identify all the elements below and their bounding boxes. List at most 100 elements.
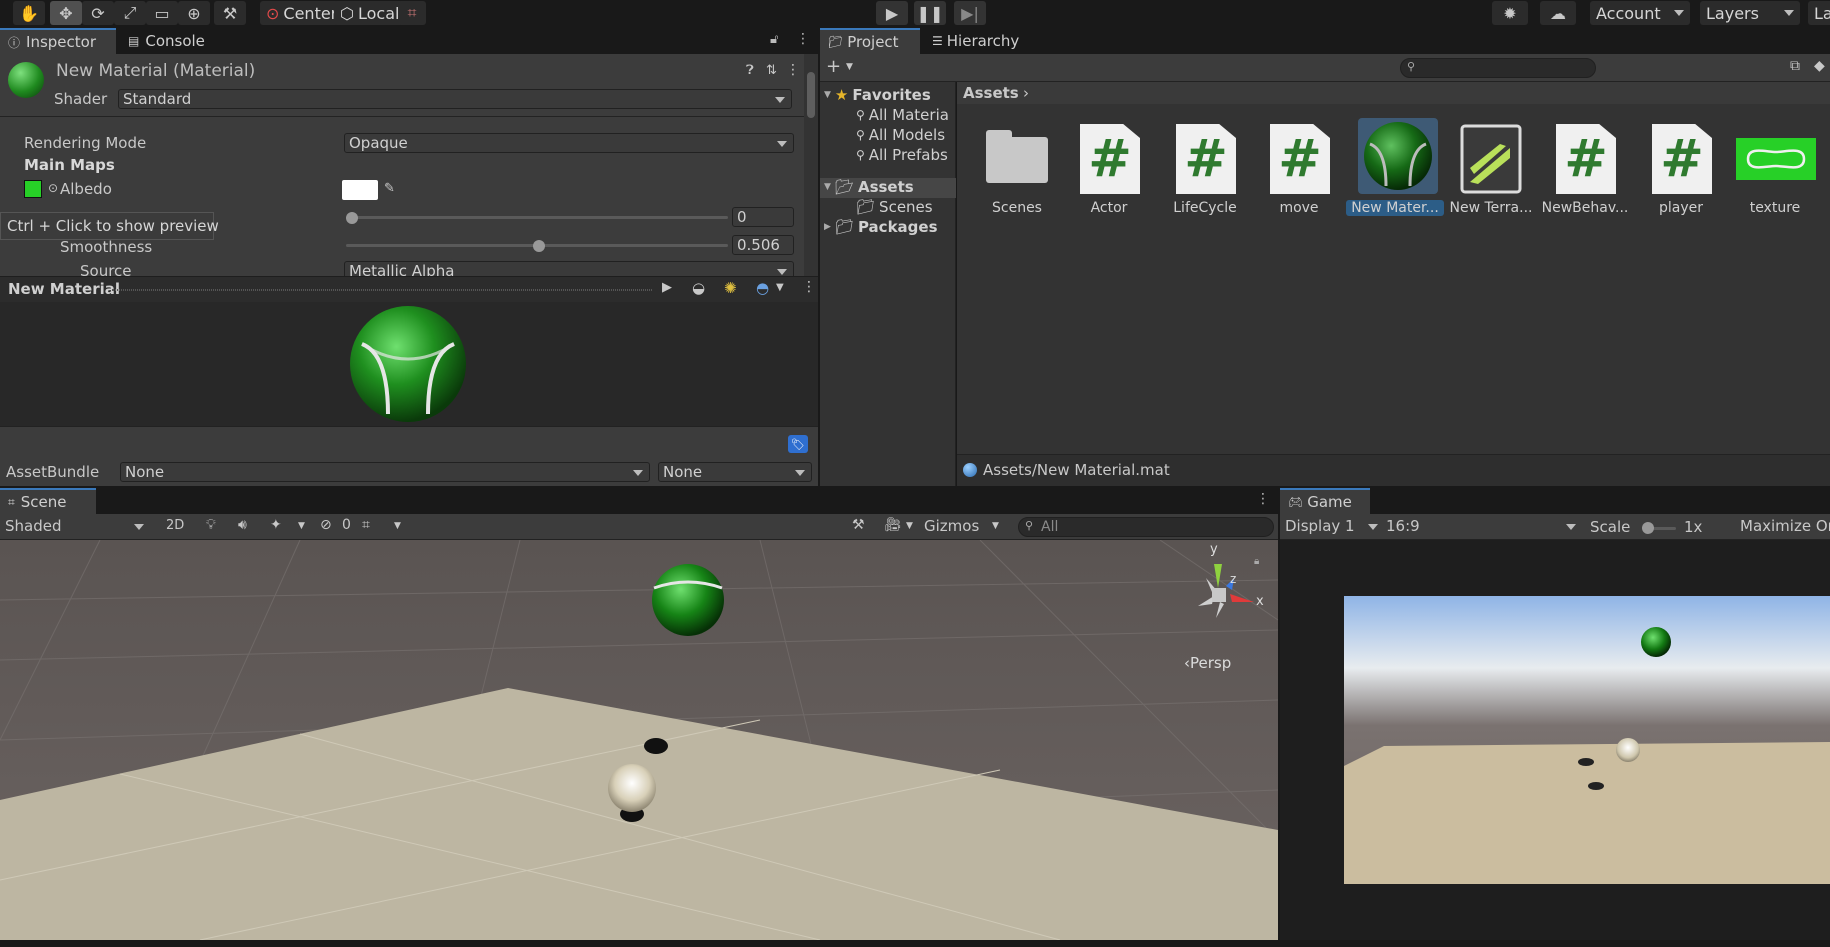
chevron-down-icon[interactable]: ▼ [992,521,999,531]
scale-tool-icon[interactable]: ⤢ [114,1,146,25]
preview-background-icon[interactable]: ◓ [756,279,769,297]
scale-slider-handle[interactable] [1642,522,1654,534]
albedo-texture-slot[interactable] [24,180,42,198]
more-options-icon[interactable]: ⋮ [786,62,800,78]
texture-picker-icon[interactable]: ⊙ [48,181,58,195]
eyedropper-icon[interactable]: ✎ [384,181,395,196]
more-options-icon[interactable]: ⋮ [802,279,816,295]
layout-dropdown[interactable]: La [1808,1,1830,25]
account-dropdown[interactable]: Account [1590,1,1690,25]
chevron-down-icon[interactable]: ▼ [846,62,853,72]
hidden-objects-icon[interactable]: ⊘ [320,517,332,533]
inspector-scrollbar[interactable] [804,54,818,276]
lock-icon[interactable]: 🔓︎ [770,32,778,47]
tree-fav-item[interactable]: ⚲ All Prefabs [856,146,948,164]
display-dropdown[interactable]: Display 1 [1280,514,1380,540]
maximize-on-play-toggle[interactable]: Maximize Or [1740,517,1830,535]
filter-by-label-icon[interactable]: ◆ [1814,58,1825,74]
rotate-tool-icon[interactable]: ⟳ [82,1,114,25]
assetbundle-variant-dropdown[interactable]: None [658,462,812,482]
layers-label: Layers [1706,3,1759,23]
pivot-local-label: Local [357,3,400,23]
gizmos-button[interactable]: Gizmos [924,517,979,535]
2d-toggle[interactable]: 2D [166,518,184,533]
layers-dropdown[interactable]: Layers [1700,1,1800,25]
grid-toggle-icon[interactable]: ⌗ [362,517,370,533]
preview-header: New Material ▶ ◒ ✺ ◓ ▼ ⋮ [0,276,818,302]
preview-light-icon[interactable]: ✺ [724,279,737,297]
info-icon: ⓘ [8,35,21,50]
effects-toggle-icon[interactable]: ✦ [270,517,282,533]
chevron-down-icon[interactable]: ▼ [906,521,913,531]
hand-tool-icon[interactable]: ✋ [13,1,45,25]
tree-favorites[interactable]: ▼ ★ Favorites [824,86,931,104]
cloud-icon[interactable]: ☁ [1540,1,1576,25]
play-button[interactable]: ▶ [876,1,908,25]
tab-console[interactable]: ▤ Console [120,28,220,54]
presets-icon[interactable]: ⇅ [766,63,777,78]
preview-shape-icon[interactable]: ◒ [692,279,705,297]
label-tag-icon[interactable]: 🏷︎ [788,435,808,453]
move-tool-icon[interactable]: ✥ [50,1,82,25]
fav-item-label: All Models [868,126,946,144]
rendering-mode-dropdown[interactable]: Opaque [344,133,794,153]
filter-by-type-icon[interactable]: ⧉ [1790,58,1800,74]
tree-scenes[interactable]: 📁︎ Scenes [856,198,933,216]
scrollbar-thumb[interactable] [807,72,815,118]
chevron-down-icon[interactable]: ▼ [298,521,305,531]
assetbundle-label: AssetBundle [6,463,100,481]
tools-icon[interactable]: ⚒ [852,517,865,533]
shading-mode-dropdown[interactable] [0,514,148,540]
lock-icon[interactable]: 🔒︎ [1254,556,1259,567]
more-options-icon[interactable]: ⋮ [1256,491,1270,507]
transform-tool-icon[interactable]: ⊕ [178,1,210,25]
help-icon[interactable]: ❓︎ [746,63,754,78]
services-icon[interactable]: ✹ [1492,1,1528,25]
audio-toggle-icon[interactable]: 🔊︎ [238,517,247,533]
assetbundle-dropdown[interactable]: None [120,462,650,482]
step-button[interactable]: ▶| [954,1,986,25]
chevron-right-icon: › [1023,84,1029,102]
persp-toggle[interactable]: ‹Persp [1184,654,1231,672]
orientation-gizmo[interactable]: y z x 🔒︎ [1176,542,1276,646]
tab-scene[interactable]: ⌗ Scene [0,488,96,514]
tab-hierarchy[interactable]: ☰ Hierarchy [924,28,1034,54]
game-view[interactable] [1280,540,1830,940]
preview-drag-handle[interactable] [112,289,652,291]
chevron-down-icon[interactable]: ▼ [776,282,784,293]
play-preview-icon[interactable]: ▶ [662,280,672,295]
more-options-icon[interactable]: ⋮ [796,31,810,47]
fav-item-label: All Materia [868,106,949,124]
source-dropdown[interactable]: Metallic Alpha [344,261,794,276]
tab-game[interactable]: 🎮︎ Game [1280,488,1370,514]
pause-button[interactable]: ❚❚ [914,1,946,25]
persp-label: Persp [1190,654,1232,672]
rect-tool-icon[interactable]: ▭ [146,1,178,25]
camera-icon[interactable]: 🎥︎ [884,517,902,533]
asset-label: move [1279,200,1319,216]
create-button[interactable]: + [826,56,841,77]
smoothness-slider-handle[interactable] [533,240,546,252]
breadcrumb-assets[interactable]: Assets [963,84,1019,102]
custom-tool-icon[interactable]: ⚒ [214,1,246,25]
preview-tooltip: Ctrl + Click to show preview [0,212,219,240]
tree-fav-item[interactable]: ⚲ All Models [856,126,945,144]
tree-packages[interactable]: ▶ 📁︎ Packages [824,218,938,236]
project-search-input[interactable]: ⚲ [1400,58,1596,78]
albedo-color-swatch[interactable] [342,180,378,200]
aspect-dropdown[interactable]: 16:9 [1382,514,1578,540]
tab-project[interactable]: 📁︎ Project [820,28,920,54]
shader-dropdown[interactable]: Standard [118,89,792,109]
lighting-toggle-icon[interactable]: 💡︎ [206,517,216,533]
scene-viewport[interactable] [0,540,1278,940]
tab-inspector[interactable]: ⓘ Inspector [0,28,116,54]
metallic-value-field[interactable]: 0 [732,207,794,227]
metallic-slider-track[interactable] [346,216,728,219]
grid-snap-icon[interactable]: ⌗ [398,1,426,25]
tree-assets[interactable]: ▼ 📂︎ Assets [824,178,914,196]
tree-fav-item[interactable]: ⚲ All Materia [856,106,949,124]
metallic-slider-handle[interactable] [346,212,358,224]
chevron-down-icon[interactable]: ▼ [394,521,401,531]
scene-search-input[interactable]: ⚲ All [1018,517,1274,537]
smoothness-value-field[interactable]: 0.506 [732,235,794,255]
